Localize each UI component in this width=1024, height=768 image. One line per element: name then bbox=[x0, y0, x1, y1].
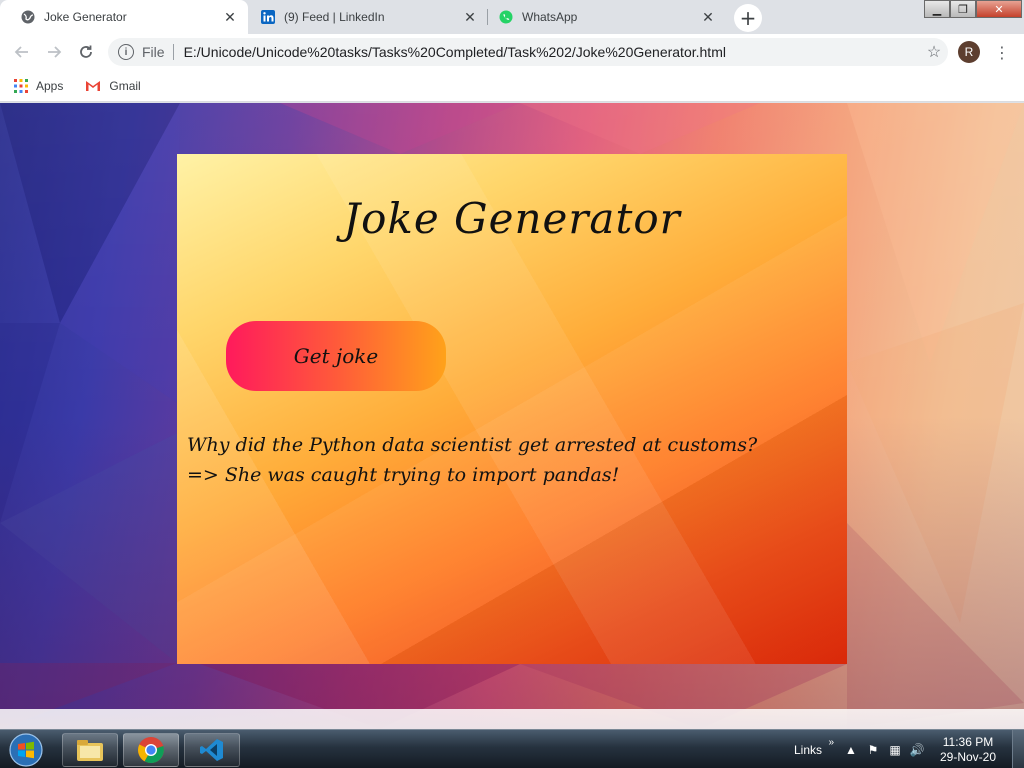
browser-toolbar: i File E:/Unicode/Unicode%20tasks/Tasks%… bbox=[0, 34, 1024, 70]
omnibox-divider bbox=[172, 44, 174, 60]
gmail-icon bbox=[85, 79, 102, 92]
star-icon[interactable]: ☆ bbox=[920, 42, 948, 62]
linkedin-icon bbox=[260, 9, 276, 25]
vscode-icon bbox=[200, 739, 223, 761]
page-title: Joke Generator bbox=[343, 194, 681, 243]
bookmark-gmail[interactable]: Gmail bbox=[85, 78, 141, 93]
bookmark-label: Apps bbox=[36, 78, 64, 93]
back-button[interactable] bbox=[10, 40, 34, 64]
address-bar[interactable]: i File E:/Unicode/Unicode%20tasks/Tasks%… bbox=[108, 38, 948, 66]
menu-icon[interactable]: ⋮ bbox=[992, 40, 1012, 64]
new-tab-button[interactable]: + bbox=[734, 4, 762, 32]
tab-linkedin[interactable]: (9) Feed | LinkedIn ✕ bbox=[240, 0, 488, 34]
arrow-right-icon bbox=[48, 46, 62, 58]
flag-icon[interactable]: ⚑ bbox=[862, 743, 884, 757]
arrow-left-icon bbox=[14, 46, 28, 58]
page-viewport: Joke Generator Get joke Why did the Pyth… bbox=[0, 103, 1024, 729]
get-joke-button[interactable]: Get joke bbox=[226, 321, 446, 391]
url-scheme: File bbox=[142, 44, 165, 60]
taskbar-chrome[interactable] bbox=[123, 733, 179, 767]
start-button[interactable] bbox=[4, 732, 48, 768]
chrome-icon bbox=[138, 737, 164, 764]
url-text[interactable]: E:/Unicode/Unicode%20tasks/Tasks%20Compl… bbox=[184, 44, 920, 60]
links-label: Links bbox=[793, 742, 822, 757]
system-tray: Links » ▲ ⚑ ▦ 🔊 11:36 PM 29-Nov-20 bbox=[794, 730, 1024, 768]
joke-card: Joke Generator Get joke Why did the Pyth… bbox=[177, 154, 847, 664]
taskbar-explorer[interactable] bbox=[62, 733, 118, 767]
tab-title: Joke Generator bbox=[44, 10, 127, 24]
links-toolbar[interactable]: Links » bbox=[793, 737, 834, 757]
window-close-icon[interactable]: ✕ bbox=[976, 0, 1022, 18]
tab-whatsapp[interactable]: WhatsApp ✕ bbox=[478, 0, 726, 34]
joke-answer: => She was caught trying to import panda… bbox=[187, 464, 620, 486]
clock-time: 11:36 PM bbox=[942, 734, 994, 749]
network-icon[interactable]: ▦ bbox=[884, 743, 906, 757]
close-icon[interactable]: ✕ bbox=[700, 9, 716, 25]
joke-question: Why did the Python data scientist get ar… bbox=[187, 434, 758, 456]
windows-logo-icon bbox=[9, 733, 43, 767]
tab-joke-generator[interactable]: Joke Generator ✕ bbox=[0, 0, 248, 34]
show-desktop-button[interactable] bbox=[1012, 730, 1024, 768]
restore-icon[interactable]: ❐ bbox=[950, 0, 976, 18]
joke-text: Why did the Python data scientist get ar… bbox=[187, 430, 837, 490]
close-icon[interactable]: ✕ bbox=[222, 9, 238, 25]
volume-icon[interactable]: 🔊 bbox=[906, 743, 928, 757]
info-icon[interactable]: i bbox=[118, 44, 134, 60]
minimize-icon[interactable]: ▁ bbox=[924, 0, 950, 18]
chevron-right-icon: » bbox=[828, 736, 834, 748]
bookmarks-bar: Apps Gmail bbox=[0, 70, 1024, 102]
bookmark-apps[interactable]: Apps bbox=[14, 78, 64, 93]
bookmark-label: Gmail bbox=[109, 78, 141, 93]
taskbar: Links » ▲ ⚑ ▦ 🔊 11:36 PM 29-Nov-20 bbox=[0, 729, 1024, 768]
tray-expand-icon[interactable]: ▲ bbox=[840, 743, 862, 757]
window-controls: ▁ ❐ ✕ bbox=[924, 0, 1022, 20]
taskbar-vscode[interactable] bbox=[184, 733, 240, 767]
clock[interactable]: 11:36 PM 29-Nov-20 bbox=[928, 735, 1008, 765]
tab-title: WhatsApp bbox=[522, 10, 578, 24]
apps-grid-icon bbox=[14, 78, 28, 93]
page-bottom-strip bbox=[0, 709, 1024, 729]
clock-date: 29-Nov-20 bbox=[939, 749, 997, 764]
whatsapp-icon bbox=[498, 9, 514, 25]
profile-avatar[interactable]: R bbox=[958, 41, 980, 63]
tab-strip: Joke Generator ✕ (9) Feed | LinkedIn ✕ W… bbox=[0, 0, 1024, 34]
forward-button[interactable] bbox=[42, 40, 66, 64]
close-icon[interactable]: ✕ bbox=[462, 9, 478, 25]
tab-title: (9) Feed | LinkedIn bbox=[284, 10, 385, 24]
reload-icon bbox=[80, 45, 92, 58]
globe-icon bbox=[20, 9, 36, 25]
reload-button[interactable] bbox=[74, 40, 98, 64]
folder-icon bbox=[77, 740, 103, 761]
